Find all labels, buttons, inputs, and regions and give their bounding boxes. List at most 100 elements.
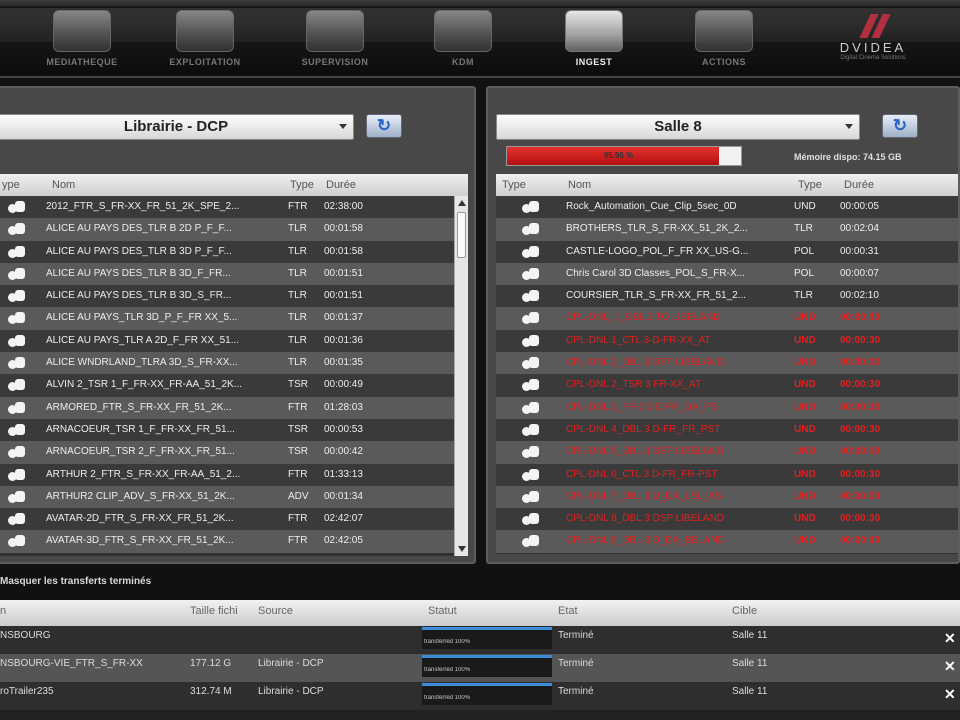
nav-mediatheque[interactable]: MEDIATHEQUE [32, 10, 132, 72]
ingest-icon [565, 10, 623, 52]
table-row[interactable]: CPL-DNL 2_TSR 3 FR-XX_AT UND 00:00:30 [496, 374, 958, 397]
table-row[interactable]: CPL-DNL 1_CTL 3-D-FR-XX_AT UND 00:00:30 [496, 329, 958, 353]
nav-supervision[interactable]: SUPERVISION [285, 10, 385, 72]
row-name: CPL-DNL 9_DBL 3 D_DA_BELAND [566, 535, 725, 547]
content-icon [8, 534, 26, 548]
memory-usage-percent: 95.96 % [603, 151, 634, 160]
transfer-rows: NSBOURG transferred 100% Terminé Salle 11 ✕ N… [0, 626, 960, 710]
column-type[interactable]: Type [798, 179, 822, 191]
column-type[interactable]: Type [290, 179, 314, 191]
source-scrollbar[interactable] [454, 196, 468, 556]
transfer-row[interactable]: roTrailer235 312.74 M Librairie - DCP trans… [0, 682, 960, 710]
row-name: ARMORED_FTR_S_FR-XX_FR_51_2K... [46, 401, 232, 413]
table-row[interactable]: ALICE AU PAYS DES_TLR B 3D_S_FR... TLR 00:… [0, 285, 468, 308]
table-row[interactable]: Rock_Automation_Cue_Clip_5sec_0D UND 00:00… [496, 196, 958, 219]
table-row[interactable]: COURSIER_TLR_S_FR-XX_FR_51_2... TLR 00:02:… [496, 285, 958, 308]
column-name[interactable]: Nom [568, 179, 591, 191]
column-target[interactable]: Cible [732, 605, 757, 617]
content-icon [8, 445, 26, 459]
table-row[interactable]: CPL-DNL 5_DBL 3 DSP LIBELAND UND 00:00:30 [496, 441, 958, 464]
table-row[interactable]: BROTHERS_TLR_S_FR-XX_51_2K_2... TLR 00:02:… [496, 218, 958, 241]
table-row[interactable]: CPL-DNL 9_DBL 3 D_DA_BELAND UND 00:00:30 [496, 530, 958, 553]
column-status[interactable]: Statut [428, 605, 457, 617]
hide-finished-transfers-toggle[interactable]: Masquer les transferts terminés [0, 576, 151, 587]
table-row[interactable]: CPL-DNL 2_DBL 3 DSP LIBELAND UND 00:00:30 [496, 352, 958, 375]
row-duration: 00:00:30 [840, 312, 881, 324]
close-icon[interactable]: ✕ [944, 630, 956, 647]
nav-exploitation[interactable]: EXPLOITATION [155, 10, 255, 72]
content-icon [522, 200, 540, 214]
table-row[interactable]: ALVIN 2_TSR 1_F_FR-XX_FR-AA_51_2K... TSR 0… [0, 374, 468, 397]
transfer-target: Salle 11 [732, 630, 768, 641]
table-row[interactable]: ALICE WNDRLAND_TLRA 3D_S_FR-XX... TLR 00:0… [0, 352, 468, 375]
row-type: TLR [794, 290, 813, 302]
target-select[interactable]: Salle 8 [496, 114, 860, 140]
refresh-icon: ↻ [892, 116, 908, 135]
scroll-thumb[interactable] [457, 212, 466, 258]
row-name: BROTHERS_TLR_S_FR-XX_51_2K_2... [566, 223, 748, 235]
row-duration: 00:01:58 [324, 223, 363, 235]
table-row[interactable]: ARTHUR2 CLIP_ADV_S_FR-XX_51_2K... ADV 00:0… [0, 485, 468, 509]
table-row[interactable]: AVATAR-2D_FTR_S_FR-XX_FR_51_2K... FTR 02:4… [0, 508, 468, 531]
row-name: CPL-DNL 5_DBL 3 DSP LIBELAND [566, 446, 725, 458]
content-icon [522, 378, 540, 392]
table-row[interactable]: CASTLE-LOGO_POL_F_FR XX_US-G... POL 00:00:… [496, 240, 958, 263]
top-navigation: MEDIATHEQUE EXPLOITATION SUPERVISION KDM… [0, 0, 960, 78]
table-row[interactable]: ALICE AU PAYS DES_TLR B 2D P_F_F... TLR 00… [0, 218, 468, 241]
close-icon[interactable]: ✕ [944, 686, 956, 703]
content-icon [522, 490, 540, 504]
table-row[interactable]: CPL-DNL 3_FR-1 3 D FR_DA_PS UND 00:00:30 [496, 396, 958, 419]
row-duration: 00:00:49 [324, 379, 363, 391]
row-type: ADV [288, 490, 309, 502]
row-type: POL [794, 267, 815, 279]
nav-kdm[interactable]: KDM [413, 10, 513, 72]
column-source[interactable]: Source [258, 605, 293, 617]
column-state[interactable]: Etat [558, 605, 578, 617]
column-duration[interactable]: Durée [326, 179, 356, 191]
scroll-up-icon[interactable] [458, 200, 466, 206]
table-row[interactable]: ALICE AU PAYS_TLR 3D_P_F_FR XX_5... TLR 00… [0, 307, 468, 330]
chevron-down-icon [845, 124, 853, 129]
table-row[interactable]: CPL-DNL_1_DBL 2 TO LIBELAND UND 00:00:30 [496, 307, 958, 330]
transfer-row[interactable]: NSBOURG transferred 100% Terminé Salle 11 ✕ [0, 626, 960, 654]
source-select[interactable]: Librairie - DCP [0, 114, 354, 140]
column-name[interactable]: Nom [52, 179, 75, 191]
table-row[interactable]: ARTHUR 2_FTR_S_FR-XX_FR-AA_51_2... FTR 01:… [0, 463, 468, 486]
content-icon [8, 289, 26, 303]
column-name[interactable]: n [0, 605, 6, 617]
row-duration: 00:00:05 [840, 201, 879, 212]
row-type: FTR [288, 201, 308, 212]
table-row[interactable]: 2012_FTR_S_FR-XX_FR_51_2K_SPE_2... FTR 02:… [0, 196, 468, 219]
table-row[interactable]: CPL-DNL 8_DBL 3 DSP LIBELAND UND 00:00:30 [496, 508, 958, 531]
scroll-down-icon[interactable] [458, 546, 466, 552]
close-icon[interactable]: ✕ [944, 658, 956, 675]
row-name: CPL-DNL 3_FR-1 3 D FR_DA_PS [566, 401, 718, 413]
table-row[interactable]: ARNACOEUR_TSR 1_F_FR-XX_FR_51... TSR 00:00… [0, 418, 468, 442]
table-row[interactable]: Chris Carol 3D Classes_POL_S_FR-X... POL 0… [496, 262, 958, 286]
table-row[interactable]: CPL-DNL 4_DBL 3 D-FR_FR_PST UND 00:00:30 [496, 418, 958, 442]
nav-ingest[interactable]: INGEST [544, 10, 644, 72]
media-library-icon [53, 10, 111, 52]
nav-actions[interactable]: ACTIONS [674, 10, 774, 72]
table-row[interactable]: AVATAR-3D_FTR_S_FR-XX_FR_51_2K... FTR 02:4… [0, 530, 468, 553]
transfer-row[interactable]: NSBOURG-VIE_FTR_S_FR-XX 177.12 G Librairie… [0, 654, 960, 682]
target-table: Type Nom Type Durée Rock_Automation_Cue_… [496, 174, 958, 554]
table-row[interactable]: ALICE AU PAYS DES_TLR B 3D_F_FR... TLR 00:… [0, 262, 468, 286]
transfer-progress-fill [422, 627, 552, 630]
table-row[interactable]: CPL-DNL 6_CTL 3 D-FR_FR-PST UND 00:00:30 [496, 463, 958, 486]
table-row[interactable]: ARNACOEUR_TSR 2_F_FR-XX_FR_51... TSR 00:00… [0, 441, 468, 464]
table-row[interactable]: ALICE AU PAYS_TLR A 2D_F_FR XX_51... TLR 0… [0, 329, 468, 353]
content-icon [522, 401, 540, 415]
source-refresh-button[interactable]: ↻ [366, 114, 402, 138]
target-refresh-button[interactable]: ↻ [882, 114, 918, 138]
table-row[interactable]: ARMORED_FTR_S_FR-XX_FR_51_2K... FTR 01:28:… [0, 396, 468, 419]
column-type-icon[interactable]: Type [502, 179, 526, 191]
column-type-icon[interactable]: ype [2, 179, 20, 191]
table-row[interactable]: ALICE AU PAYS DES_TLR B 3D P_F_F... TLR 00… [0, 240, 468, 263]
transfer-state: Terminé [558, 630, 594, 641]
row-name: ALICE AU PAYS DES_TLR B 3D_S_FR... [46, 290, 232, 302]
column-duration[interactable]: Durée [844, 179, 874, 191]
column-size[interactable]: Taille fichi [190, 605, 238, 617]
table-row[interactable]: CPL-DNL 7_DBL 3 D_DA_LBL_AS UND 00:00:30 [496, 485, 958, 509]
transfers-table: n Taille fichi Source Statut Etat Cible … [0, 600, 960, 720]
